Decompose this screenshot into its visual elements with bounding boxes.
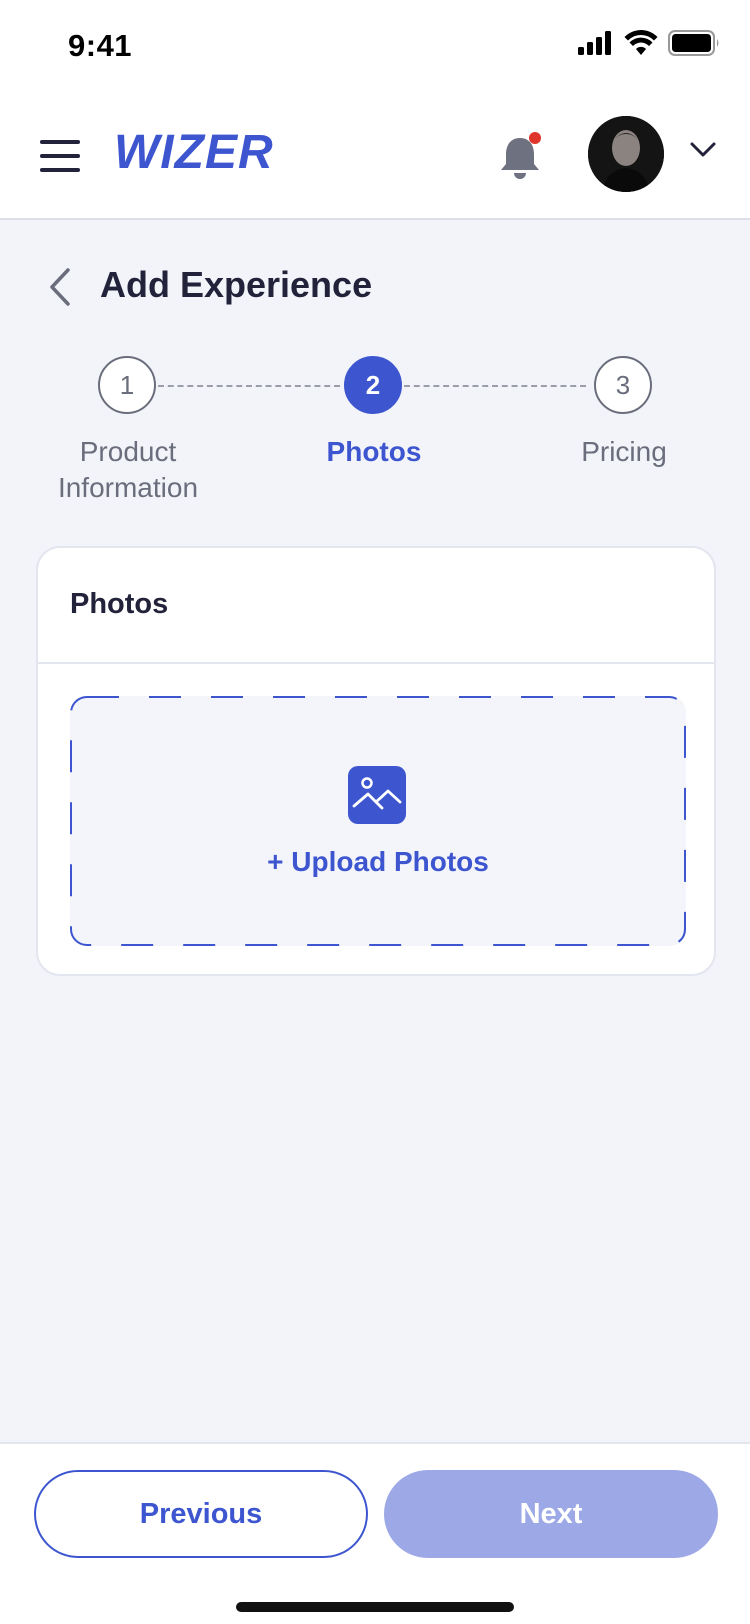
next-button[interactable]: Next	[384, 1470, 718, 1558]
step-3-circle[interactable]: 3	[594, 356, 652, 414]
bottom-action-bar: Previous Next	[0, 1442, 750, 1624]
page-header: Add Experience	[0, 260, 750, 320]
home-indicator	[236, 1602, 514, 1612]
wifi-icon	[624, 30, 658, 55]
card-divider	[38, 662, 714, 664]
status-bar: 9:41	[0, 0, 750, 96]
progress-stepper: 1 2 3 Product Information Photos Pricing	[0, 356, 750, 516]
app-header: WIZER	[0, 96, 750, 220]
photos-card: Photos + Upload Photos	[36, 546, 716, 976]
step-2-label: Photos	[326, 436, 422, 467]
notification-dot	[529, 132, 541, 144]
status-icons	[578, 30, 720, 56]
wizer-logo[interactable]: WIZER	[114, 124, 290, 189]
status-time: 9:41	[68, 28, 133, 63]
page-title: Add Experience	[100, 264, 373, 305]
svg-text:WIZER: WIZER	[114, 126, 274, 179]
step-connector	[158, 385, 340, 387]
step-connector	[404, 385, 586, 387]
upload-dropzone[interactable]: + Upload Photos	[70, 696, 686, 946]
chevron-down-icon[interactable]	[690, 142, 716, 158]
hamburger-menu-icon[interactable]	[40, 140, 80, 174]
step-1-circle[interactable]: 1	[98, 356, 156, 414]
previous-button[interactable]: Previous	[34, 1470, 368, 1558]
back-arrow-icon[interactable]	[44, 264, 80, 310]
upload-photos-label[interactable]: + Upload Photos	[70, 846, 686, 878]
avatar-photo	[588, 116, 664, 192]
card-title: Photos	[70, 588, 169, 620]
image-icon	[348, 766, 406, 824]
step-3-label: Pricing	[581, 436, 667, 467]
user-avatar[interactable]	[588, 116, 664, 192]
wizer-logo-mark: WIZER	[114, 126, 274, 179]
battery-icon	[668, 30, 719, 56]
notification-bell-icon[interactable]	[498, 132, 546, 182]
step-2-circle[interactable]: 2	[344, 356, 402, 414]
cellular-signal-icon	[578, 31, 611, 55]
step-1-label: Product Information	[57, 436, 199, 503]
